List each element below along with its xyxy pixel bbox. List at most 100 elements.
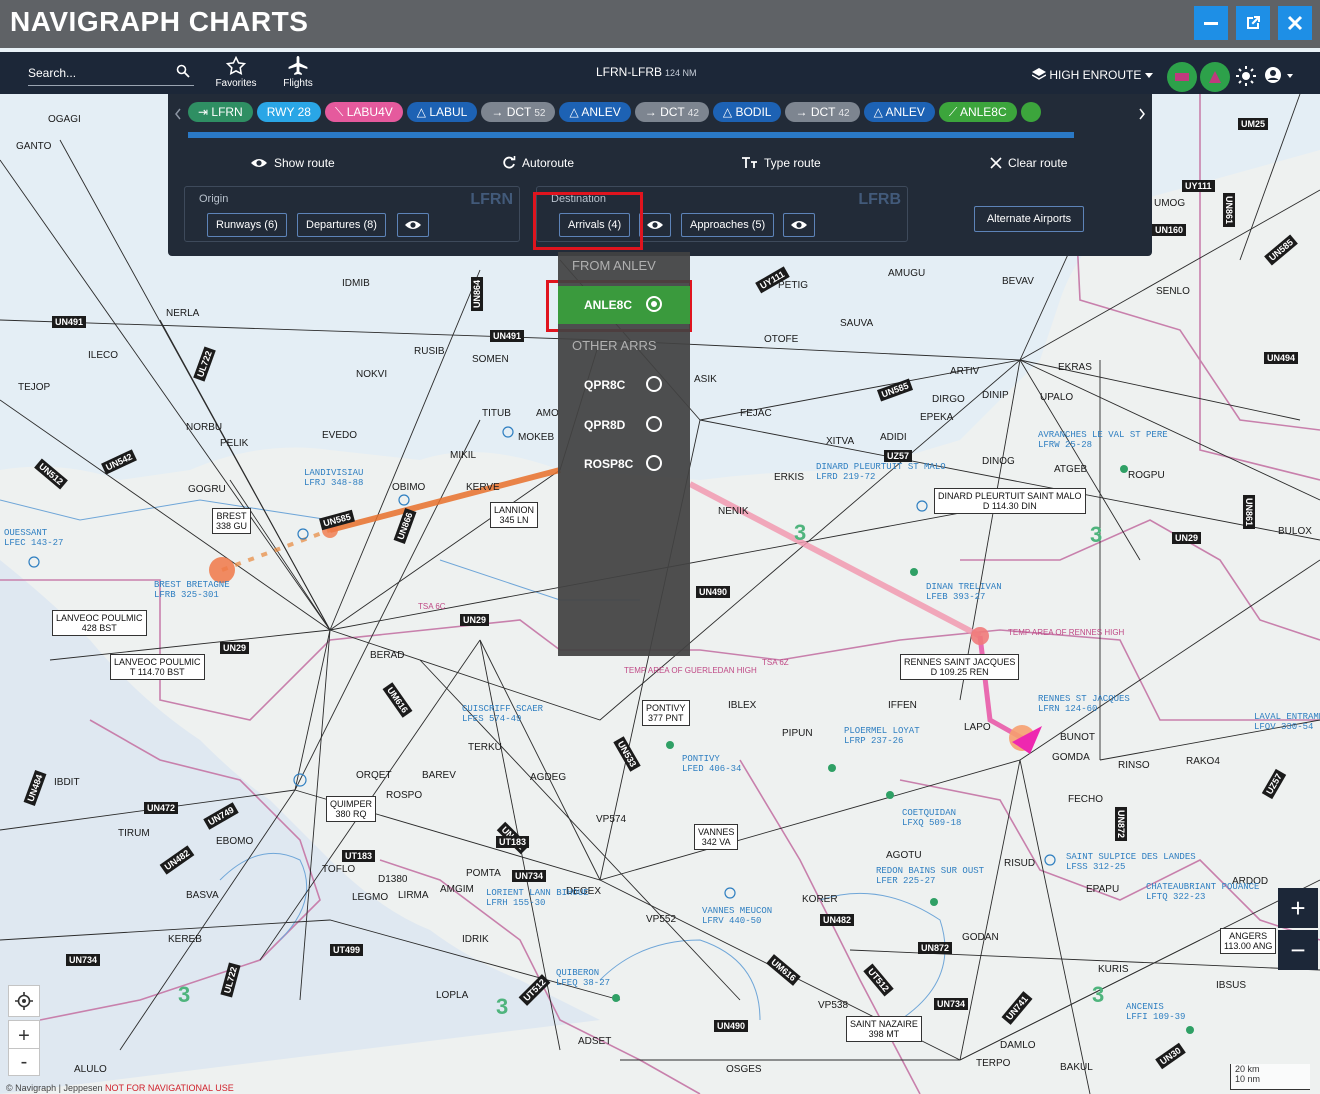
show-route-button[interactable]: Show route [250,156,335,170]
type-route-button[interactable]: Type route [742,156,821,170]
alternate-airports-button[interactable]: Alternate Airports [974,206,1084,232]
fix-label: OBIMO [392,482,426,493]
radio-unchecked[interactable] [646,416,662,432]
fix-label: NENIK [718,506,749,517]
route-chip-fix[interactable]: △ ANLEV [863,102,935,122]
search-input[interactable] [28,62,168,80]
runways-button[interactable]: Runways (6) [207,213,287,237]
close-button[interactable] [1278,6,1312,40]
locate-button[interactable] [8,985,40,1017]
navaid-box[interactable]: DINARD PLEURTUIT SAINT MALO D 114.30 DIN [934,488,1086,514]
msa-value: 3 [178,982,191,1007]
chevron-right-icon[interactable] [1138,108,1146,120]
route-chip-direct[interactable]: → DCT 42 [634,102,709,122]
fix-label: TERPO [976,1058,1011,1069]
search-box [28,62,194,86]
route-layer-toggle[interactable] [1200,62,1230,92]
airway-label: UN472 [144,802,179,814]
clear-route-button[interactable]: Clear route [990,156,1067,170]
msa-value: 3 [496,994,509,1019]
chevron-left-icon[interactable] [174,108,182,120]
map-layer-toggle[interactable] [1167,62,1197,92]
radio-unchecked[interactable] [646,376,662,392]
popout-button[interactable] [1236,6,1270,40]
fix-label: ATGEB [1054,464,1088,475]
fix-label: LAPO [964,722,991,733]
route-chip-direct[interactable]: → DCT 52 [481,102,556,122]
route-chip-runway[interactable]: RWY 28 [256,102,321,122]
navaid-box[interactable]: LANVEOC POULMIC 428 BST [52,610,147,636]
route-chip-sid[interactable]: ⟍ LABU4V [324,102,403,122]
autoroute-button[interactable]: Autoroute [502,156,574,170]
fix-label: DINIP [982,390,1009,401]
flights-button[interactable]: Flights [268,56,328,89]
arrival-option[interactable]: QPR8C [558,366,690,404]
navaid-box[interactable]: ANGERS 113.00 ANG [1220,928,1277,954]
route-chip-fix[interactable]: △ ANLEV [559,102,631,122]
layer-selector[interactable]: HIGH ENROUTE [1031,68,1153,82]
arrival-option[interactable]: ROSP8C [558,445,690,483]
approaches-button[interactable]: Approaches (5) [681,213,775,237]
navaid-box[interactable]: VANNES 342 VA [694,824,739,850]
msa-value: 3 [1092,982,1105,1007]
origin-view-button[interactable] [397,213,429,237]
map-zoom-out-button[interactable]: - [8,1048,40,1076]
navaid-box[interactable]: RENNES SAINT JACQUES D 109.25 REN [900,654,1020,680]
fix-label: IBSUS [1216,980,1247,991]
fix-label: ROSPO [386,790,423,801]
minimize-icon [1204,22,1218,25]
airway-label: UN872 [1115,806,1128,842]
airway-label: UN482 [820,914,855,926]
fix-label: UPALO [1040,392,1074,403]
arrivals-view-button[interactable] [639,213,671,237]
navaid-box[interactable]: PONTIVY 377 PNT [642,700,690,726]
zoom-in-button[interactable]: + [1278,888,1318,928]
radio-unchecked[interactable] [646,455,662,471]
fix-label: OTOFE [764,334,799,345]
fix-label: IBLEX [728,700,757,711]
map-icon [1175,73,1189,81]
navaid-box[interactable]: LANVEOC POULMIC T 114.70 BST [110,654,205,680]
fix-label: DINOG [982,456,1015,467]
route-pair: LFRN-LFRB [596,65,663,79]
fix-label: GANTO [16,141,52,152]
airport-label: RENNES ST JACQUES LFRN 124-60 [1038,694,1130,714]
airway-label: UN734 [66,954,101,966]
radio-checked[interactable] [646,296,662,312]
arrival-option-selected[interactable]: ANLE8C [558,286,690,324]
departures-button[interactable]: Departures (8) [297,213,386,237]
user-menu[interactable] [1264,66,1294,91]
fix-label: IFFEN [888,700,917,711]
route-chip-fix[interactable]: △ BODIL [712,102,782,122]
fix-label: SAUVA [840,318,874,329]
airway-label: UN29 [220,642,250,654]
fix-label: IDRIK [462,934,489,945]
favorites-button[interactable]: Favorites [206,56,266,89]
close-icon [990,157,1002,169]
route-chip-star[interactable]: ⟋ ANLE8C [938,102,1017,122]
fix-label: LIRMA [398,890,429,901]
fix-label: EPEKA [920,412,954,423]
dropdown-group-from: FROM ANLEV [572,258,656,273]
airway-label: UN864 [471,276,484,312]
airway-label: UM25 [1238,118,1269,130]
zoom-out-button[interactable]: − [1278,930,1318,970]
navaid-box[interactable]: LANNION 345 LN [490,502,539,528]
minimize-button[interactable] [1194,6,1228,40]
route-chip-more[interactable] [1020,102,1041,122]
fix-label: TOFLO [322,864,356,875]
route-chip-direct[interactable]: → DCT 42 [785,102,860,122]
arrival-option[interactable]: QPR8D [558,406,690,444]
navaid-box[interactable]: SAINT NAZAIRE 398 MT [846,1016,922,1042]
airport-label: OUESSANT LFEC 143-27 [4,528,64,548]
navaid-box[interactable]: QUIMPER 380 RQ [326,796,377,822]
navaid-box[interactable]: BREST 338 GU [212,508,252,534]
fix-label: NERLA [166,308,200,319]
crosshair-icon [15,992,33,1010]
sun-icon[interactable] [1236,66,1256,86]
route-chip-airport[interactable]: ⇥ LFRN [188,102,253,122]
route-chip-fix[interactable]: △ LABUL [406,102,478,122]
approaches-view-button[interactable] [783,213,815,237]
search-icon[interactable] [176,64,190,78]
fix-label: TITUB [482,408,511,419]
